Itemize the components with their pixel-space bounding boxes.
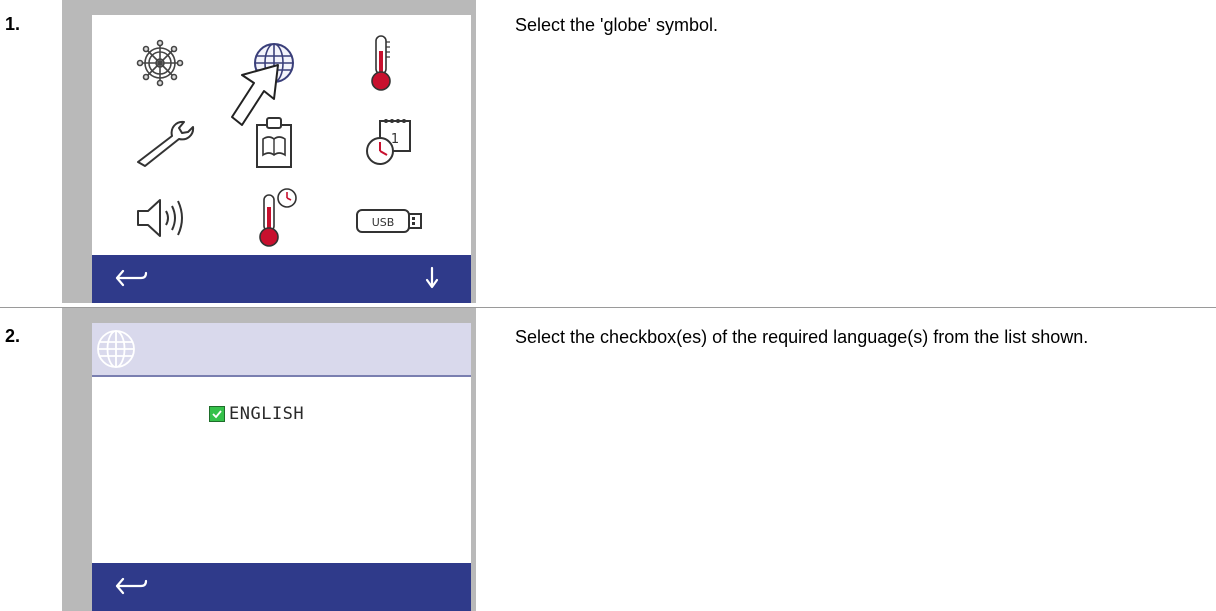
- down-arrow-icon[interactable]: [424, 265, 440, 291]
- back-arrow-icon[interactable]: [114, 575, 150, 597]
- step-2-instruction: Select the checkbox(es) of the required …: [515, 327, 1089, 347]
- step-2-screen: ENGLISH: [92, 323, 471, 611]
- checkmark-icon: [212, 410, 222, 419]
- bottom-bar: [92, 563, 471, 611]
- step-2-number: 2.: [5, 326, 21, 346]
- steering-wheel-icon[interactable]: [135, 38, 185, 88]
- thermometer-icon[interactable]: [366, 33, 396, 93]
- speaker-icon[interactable]: [134, 195, 188, 241]
- step-1-number: 1.: [5, 14, 21, 34]
- clock-calendar-icon[interactable]: 1: [362, 115, 416, 169]
- globe-icon: [97, 330, 135, 368]
- back-arrow-icon[interactable]: [114, 267, 150, 289]
- wrench-icon[interactable]: [132, 118, 198, 168]
- thermometer-clock-icon[interactable]: [256, 187, 300, 249]
- language-option-english[interactable]: ENGLISH: [209, 404, 304, 424]
- usb-stick-icon[interactable]: USB: [354, 205, 426, 237]
- language-label: ENGLISH: [229, 404, 305, 424]
- manual-icon[interactable]: [253, 113, 295, 171]
- language-header: [92, 323, 471, 377]
- english-checkbox[interactable]: [209, 406, 225, 422]
- usb-label: USB: [372, 216, 395, 229]
- step-1-instruction: Select the 'globe' symbol.: [515, 15, 718, 35]
- bottom-bar: [92, 255, 471, 303]
- step-1-screen: 1 USB: [92, 15, 471, 303]
